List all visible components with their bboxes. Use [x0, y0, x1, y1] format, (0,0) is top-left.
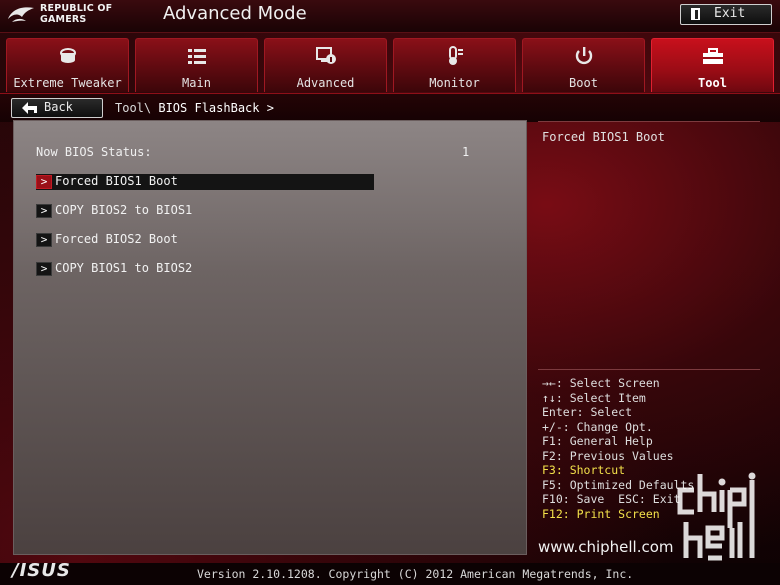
- rog-brand-text: REPUBLIC OF GAMERS: [40, 3, 112, 25]
- menu-item-label: COPY BIOS2 to BIOS1: [55, 203, 193, 217]
- key-hint: ↑↓: Select Item: [542, 390, 646, 405]
- back-arrow-icon: [22, 102, 37, 114]
- chevron-right-icon: >: [36, 262, 52, 276]
- tab-label: Tool: [698, 76, 727, 90]
- menu-item-forced-bios1-boot[interactable]: > Forced BIOS1 Boot: [36, 174, 374, 190]
- back-button[interactable]: Back: [11, 98, 103, 118]
- tab-main[interactable]: Main: [135, 38, 258, 92]
- key-hint: Enter: Select: [542, 405, 633, 419]
- help-divider-bottom: [538, 369, 760, 370]
- key-legend: →←: Select Screen ↑↓: Select Item Enter:…: [542, 376, 694, 521]
- key-hint-print-screen[interactable]: F12: Print Screen: [542, 507, 694, 522]
- title-bar: REPUBLIC OF GAMERS Advanced Mode Exit: [0, 0, 780, 33]
- tab-tool[interactable]: Tool: [651, 38, 774, 92]
- breadcrumb-parent[interactable]: Tool\: [115, 101, 158, 115]
- brand-line-1: REPUBLIC OF: [40, 3, 113, 14]
- asus-logo: /ISUS: [12, 560, 71, 581]
- chevron-right-icon: >: [36, 233, 52, 247]
- tab-label: Monitor: [429, 76, 480, 90]
- chevron-right-icon: >: [36, 204, 52, 218]
- key-hint: F5: Optimized Defaults: [542, 477, 695, 492]
- tab-label: Extreme Tweaker: [13, 76, 122, 90]
- watermark-site-text: www.chiphell.com: [538, 538, 674, 556]
- chevron-right-icon: >: [36, 175, 52, 189]
- brand-line-2: GAMERS: [40, 14, 87, 25]
- main-tabs: Extreme Tweaker Main Advanced Monitor Bo…: [6, 38, 774, 92]
- tab-boot[interactable]: Boot: [522, 38, 645, 92]
- help-divider-top: [538, 121, 760, 122]
- tab-label: Boot: [569, 76, 598, 90]
- footer-bar: /ISUS Version 2.10.1208. Copyright (C) 2…: [0, 560, 780, 585]
- tab-label: Advanced: [296, 76, 355, 90]
- power-icon: [575, 47, 592, 65]
- menu-item-label: Forced BIOS1 Boot: [55, 174, 178, 188]
- key-hint-shortcut[interactable]: F3: Shortcut: [542, 463, 694, 478]
- bios-status-label: Now BIOS Status:: [36, 145, 152, 159]
- breadcrumb-current: BIOS FlashBack >: [158, 101, 274, 115]
- exit-button[interactable]: Exit: [680, 4, 772, 25]
- key-hint: F2: Previous Values: [542, 448, 674, 463]
- menu-item-copy-bios1-to-bios2[interactable]: > COPY BIOS1 to BIOS2: [36, 261, 374, 277]
- menu-item-label: Forced BIOS2 Boot: [55, 232, 178, 246]
- version-text: Version 2.10.1208. Copyright (C) 2012 Am…: [197, 567, 634, 581]
- menu-item-copy-bios2-to-bios1[interactable]: > COPY BIOS2 to BIOS1: [36, 203, 374, 219]
- key-hint: +/-: Change Opt.: [542, 419, 653, 434]
- menu-item-label: COPY BIOS1 to BIOS2: [55, 261, 193, 275]
- help-description: Forced BIOS1 Boot: [542, 130, 665, 144]
- tab-label: Main: [182, 76, 211, 90]
- key-hint: →←: Select Screen: [542, 376, 660, 390]
- toolbox-icon: [702, 48, 723, 64]
- key-hint: F1: General Help: [542, 434, 653, 448]
- breadcrumb: Tool\ BIOS FlashBack >: [115, 101, 274, 115]
- key-hint: F10: Save ESC: Exit: [542, 492, 681, 506]
- thermometer-icon: [448, 46, 463, 65]
- mode-title: Advanced Mode: [163, 3, 307, 24]
- settings-panel: Now BIOS Status: 1 > Forced BIOS1 Boot >…: [13, 120, 527, 555]
- advanced-settings-icon: [315, 47, 336, 64]
- rog-eye-logo-icon: [8, 7, 34, 22]
- door-exit-icon: [691, 8, 700, 20]
- back-label: Back: [44, 100, 73, 114]
- chiphell-watermark-logo-icon: [677, 472, 756, 561]
- tab-monitor[interactable]: Monitor: [393, 38, 516, 92]
- bios-status-value: 1: [462, 145, 470, 159]
- tab-advanced[interactable]: Advanced: [264, 38, 387, 92]
- menu-item-forced-bios2-boot[interactable]: > Forced BIOS2 Boot: [36, 232, 374, 248]
- navigation-bar: Back Tool\ BIOS FlashBack >: [0, 93, 780, 122]
- tweaker-icon: [59, 48, 76, 63]
- tab-extreme-tweaker[interactable]: Extreme Tweaker: [6, 38, 129, 92]
- exit-label: Exit: [714, 6, 746, 21]
- list-icon: [187, 49, 206, 64]
